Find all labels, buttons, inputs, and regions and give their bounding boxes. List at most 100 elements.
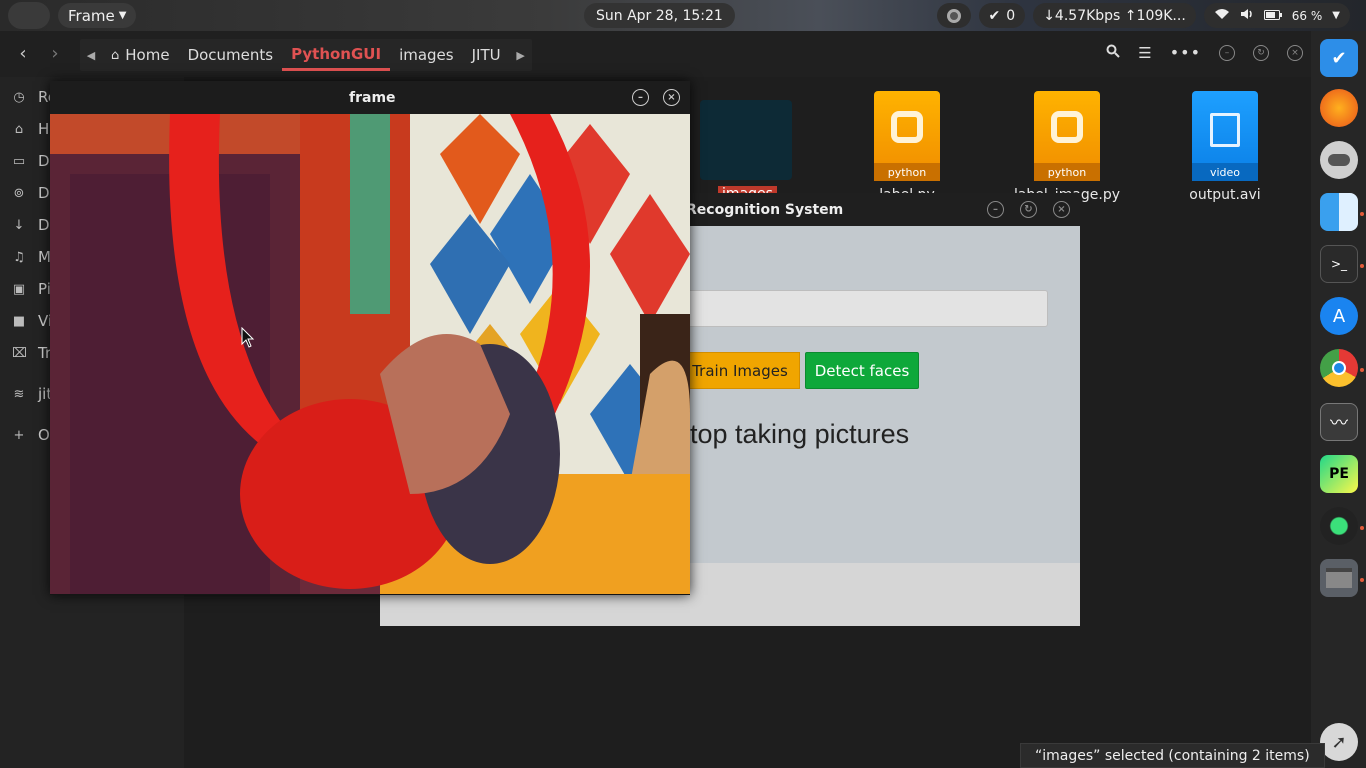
trash-icon: ⌧ xyxy=(12,345,27,361)
app-menu-label: Frame xyxy=(68,6,115,25)
network-speed[interactable]: ↓4.57Kbps ↑109K... xyxy=(1033,3,1196,28)
running-indicator xyxy=(1360,368,1364,372)
window-title: frame xyxy=(349,90,396,106)
activity-monitor-icon[interactable]: 〰 xyxy=(1320,403,1358,441)
running-indicator xyxy=(1360,578,1364,582)
check-icon: ✔ xyxy=(988,7,1001,24)
sidebar-item-label: M xyxy=(38,248,51,266)
wifi-icon xyxy=(1214,8,1230,24)
sidebar-item-pictures[interactable]: ▣ Pi xyxy=(12,280,51,298)
crumb-jitu[interactable]: JITU xyxy=(463,39,510,71)
clock[interactable]: Sun Apr 28, 15:21 xyxy=(584,3,735,28)
crumb-label: images xyxy=(399,46,454,64)
webcam-feed xyxy=(50,114,690,594)
folder-icon xyxy=(700,100,792,180)
webcam-image xyxy=(50,114,690,594)
status-message: top taking pictures xyxy=(690,419,910,449)
list-view-icon[interactable]: ☰ xyxy=(1138,44,1151,62)
crumb-right-icon[interactable]: ▶ xyxy=(510,39,532,71)
crumb-label: JITU xyxy=(471,46,501,64)
minimize-icon[interactable]: – xyxy=(1219,44,1235,61)
video-file-icon: video xyxy=(1192,91,1258,181)
close-icon[interactable]: × xyxy=(1287,44,1303,61)
battery-percent: 66 % xyxy=(1291,8,1323,23)
tasks-indicator[interactable]: ✔ 0 xyxy=(978,3,1026,28)
app-menu[interactable]: Frame ▼ xyxy=(58,3,137,28)
crumb-home[interactable]: ⌂ Home xyxy=(102,39,179,71)
more-icon[interactable]: ••• xyxy=(1170,43,1201,62)
breadcrumb: ◀ ⌂ Home Documents PythonGUI images JITU… xyxy=(80,39,532,71)
picture-icon: ▣ xyxy=(12,281,26,297)
firefox-icon[interactable] xyxy=(1320,89,1358,127)
crumb-images[interactable]: images xyxy=(390,39,463,71)
crumb-documents[interactable]: Documents xyxy=(179,39,283,71)
battery-icon xyxy=(1263,8,1282,24)
pycharm-icon[interactable]: PE xyxy=(1320,455,1358,493)
file-type: video xyxy=(1192,163,1258,181)
window-title: Recognition System xyxy=(686,202,844,218)
selection-status: “images” selected (containing 2 items) xyxy=(1020,743,1325,768)
sidebar-item-videos[interactable]: ■ Vi xyxy=(12,312,52,330)
name-input[interactable] xyxy=(680,290,1048,327)
wifi-icon: ≋ xyxy=(13,386,25,402)
crumb-label: PythonGUI xyxy=(291,44,382,63)
crumb-pythongui[interactable]: PythonGUI xyxy=(282,39,391,71)
forward-icon[interactable]: › xyxy=(45,43,65,64)
music-icon: ♫ xyxy=(13,249,25,265)
chevron-down-icon: ▼ xyxy=(118,10,127,21)
status-menu[interactable]: 66 % ▼ xyxy=(1203,3,1350,28)
detect-faces-button[interactable]: Detect faces xyxy=(805,352,919,389)
maximize-icon[interactable]: ↻ xyxy=(1020,201,1037,218)
file-label-py[interactable]: python label.py xyxy=(862,91,952,203)
app-store-icon[interactable]: A xyxy=(1320,297,1358,335)
running-indicator xyxy=(1360,264,1364,268)
crumb-left-icon[interactable]: ◀ xyxy=(80,39,102,71)
sidebar-item-network[interactable]: ≋ jit xyxy=(12,385,53,403)
window-app-icon[interactable] xyxy=(1320,559,1358,597)
top-panel: Frame ▼ Sun Apr 28, 15:21 ✔ 0 ↓4.57Kbps … xyxy=(0,0,1366,31)
running-indicator xyxy=(1360,212,1364,216)
python-file-icon: python xyxy=(1034,91,1100,181)
train-images-button[interactable]: Train Images xyxy=(680,352,800,389)
python-file-icon: python xyxy=(874,91,940,181)
sidebar-item-trash[interactable]: ⌧ Tr xyxy=(12,344,51,362)
sidebar-item-other-locations[interactable]: + O xyxy=(12,426,50,444)
system-tray: ✔ 0 ↓4.57Kbps ↑109K... 66 % ▼ xyxy=(936,3,1350,28)
file-label-image-py[interactable]: python label_image.py xyxy=(1012,91,1122,203)
desktop-icon: ▭ xyxy=(12,153,26,169)
chevron-down-icon: ▼ xyxy=(1332,10,1340,21)
launchpad-icon[interactable]: ➚ xyxy=(1320,723,1358,761)
terminal-icon[interactable]: >_ xyxy=(1320,245,1358,283)
record-indicator[interactable] xyxy=(936,3,971,28)
minimize-icon[interactable]: – xyxy=(987,201,1004,218)
crumb-label: Documents xyxy=(187,46,274,64)
search-icon[interactable] xyxy=(1106,43,1120,62)
file-type: python xyxy=(1034,163,1100,181)
back-icon[interactable]: ‹ xyxy=(13,43,33,64)
frame-window-titlebar[interactable]: frame – × xyxy=(50,81,690,114)
home-icon: ⌂ xyxy=(111,47,120,63)
sidebar-item-music[interactable]: ♫ M xyxy=(12,248,51,266)
folder-images[interactable]: images xyxy=(700,100,795,202)
record-icon xyxy=(946,8,961,23)
plus-icon: + xyxy=(13,427,25,443)
file-output-avi[interactable]: video output.avi xyxy=(1180,91,1270,203)
finder-icon[interactable] xyxy=(1320,193,1358,231)
file-type: python xyxy=(874,163,940,181)
maximize-icon[interactable]: ↻ xyxy=(1253,44,1269,61)
minimize-icon[interactable]: – xyxy=(632,89,649,106)
mouse-cursor-icon xyxy=(241,326,255,353)
camera-app-icon[interactable] xyxy=(1320,507,1358,545)
apple-menu-icon[interactable] xyxy=(8,2,50,29)
file-name: output.avi xyxy=(1189,187,1261,203)
tasks-app-icon[interactable]: ✔ xyxy=(1320,39,1358,77)
running-indicator xyxy=(1360,526,1364,530)
chrome-icon[interactable] xyxy=(1320,349,1358,387)
check-count: 0 xyxy=(1006,7,1016,24)
toggle-app-icon[interactable] xyxy=(1320,141,1358,179)
close-icon[interactable]: × xyxy=(663,89,680,106)
file-manager-header: ‹ › ◀ ⌂ Home Documents PythonGUI images … xyxy=(0,31,1311,77)
close-icon[interactable]: × xyxy=(1053,201,1070,218)
header-actions: ☰ ••• – ↻ × xyxy=(1106,43,1303,62)
dock: ✔ >_ A 〰 PE ➚ xyxy=(1311,31,1366,768)
